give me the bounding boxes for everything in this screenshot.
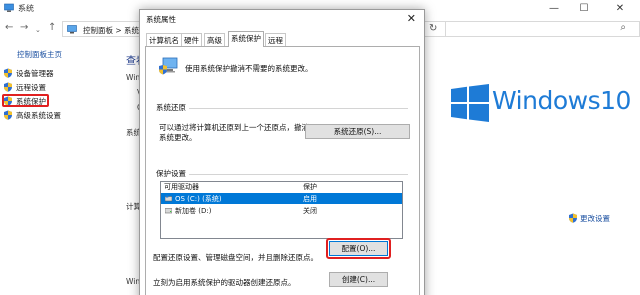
computer-icon xyxy=(67,25,77,34)
main-text-fragment: Win xyxy=(126,73,141,82)
change-settings-link[interactable]: 更改设置 xyxy=(568,213,610,224)
sidebar-item-label: 设备管理器 xyxy=(16,69,54,78)
create-button[interactable]: 创建(C)... xyxy=(329,272,388,287)
intro-text: 使用系统保护撤消不需要的系统更改。 xyxy=(185,64,313,73)
up-arrow-icon[interactable]: ↑ xyxy=(48,22,56,34)
column-header-protection[interactable]: 保护 xyxy=(303,182,317,192)
control-panel-home-link[interactable]: 控制面板主页 xyxy=(17,49,62,60)
background-window-title: 系统 xyxy=(18,4,34,13)
restore-description: 可以通过将计算机还原到上一个还原点，撤消系统更改。 xyxy=(159,123,309,142)
configure-button[interactable]: 配置(O)... xyxy=(329,241,388,256)
system-restore-button[interactable]: 系统还原(S)... xyxy=(305,124,410,139)
uac-shield-icon xyxy=(569,213,577,223)
tab-system-protection[interactable]: 系统保护 xyxy=(228,31,264,47)
drive-row-c[interactable]: OS (C:) (系统) 启用 xyxy=(161,193,402,204)
drive-icon xyxy=(165,208,172,214)
drive-row-d[interactable]: 新加卷 (D:) 关闭 xyxy=(161,205,402,216)
restore-group-line xyxy=(156,108,408,109)
sidebar-item-label: 远程设置 xyxy=(16,83,46,92)
dialog-title: 系统属性 xyxy=(146,15,176,24)
drive-list-header: 可用驱动器 保护 xyxy=(161,182,402,192)
tab-remote[interactable]: 远程 xyxy=(265,33,286,46)
address-path: 控制面板 > 系统和 xyxy=(83,26,147,35)
recent-chevron-icon[interactable]: ⌄ xyxy=(35,24,41,36)
change-settings-label: 更改设置 xyxy=(580,214,610,223)
sidebar-item-advanced-settings[interactable]: 高级系统设置 xyxy=(3,110,61,123)
system-app-icon xyxy=(4,3,14,12)
uac-shield-icon xyxy=(4,82,12,92)
address-bar-right: ↻ ⌕ xyxy=(425,21,640,37)
search-box[interactable]: ⌕ xyxy=(445,21,640,37)
left-pane: 控制面板主页 设备管理器 远程设置 系统保护 高级系统设置 xyxy=(0,41,125,295)
back-arrow-icon[interactable]: ← xyxy=(5,22,13,34)
uac-shield-icon xyxy=(4,68,12,78)
drive-protection-status: 关闭 xyxy=(303,207,317,215)
create-description: 立刻为启用系统保护的驱动器创建还原点。 xyxy=(153,278,296,287)
restore-group-label: 系统还原 xyxy=(156,102,189,113)
dialog-close-button[interactable]: ✕ xyxy=(407,12,416,25)
forward-arrow-icon[interactable]: → xyxy=(20,22,28,34)
address-bar[interactable]: 控制面板 > 系统和 xyxy=(62,21,147,37)
tab-computer-name[interactable]: 计算机名 xyxy=(146,33,182,46)
maximize-button[interactable]: ☐ xyxy=(570,0,598,17)
drive-list: 可用驱动器 保护 OS (C:) (系统) 启用 新加卷 (D:) 关闭 xyxy=(160,181,403,239)
drive-name: OS (C:) (系统) xyxy=(175,195,222,203)
configure-description: 配置还原设置、管理磁盘空间，并且删除还原点。 xyxy=(153,253,318,262)
system-drive-icon xyxy=(165,195,172,202)
system-properties-dialog: 系统属性 ✕ 计算机名 硬件 高级 系统保护 远程 使用系统保护撤消不需要的系统… xyxy=(139,9,425,295)
search-icon: ⌕ xyxy=(620,22,626,33)
refresh-icon[interactable]: ↻ xyxy=(429,23,437,34)
windows-10-wordmark: Windows10 xyxy=(492,86,631,115)
sidebar-item-device-manager[interactable]: 设备管理器 xyxy=(3,68,54,81)
protection-group-label: 保护设置 xyxy=(156,168,189,179)
system-protection-computer-icon xyxy=(159,57,178,75)
uac-shield-icon xyxy=(4,110,12,120)
tab-hardware[interactable]: 硬件 xyxy=(181,33,202,46)
drive-protection-status: 启用 xyxy=(303,195,317,203)
close-button[interactable]: ✕ xyxy=(606,0,634,17)
system-protection-red-highlight xyxy=(2,94,49,107)
column-header-drives[interactable]: 可用驱动器 xyxy=(164,182,199,192)
main-text-fragment: Win xyxy=(126,277,141,286)
protection-group-line xyxy=(156,174,408,175)
tab-advanced[interactable]: 高级 xyxy=(204,33,225,46)
drive-name: 新加卷 (D:) xyxy=(175,207,212,215)
windows-logo-icon xyxy=(451,84,489,122)
minimize-button[interactable]: — xyxy=(540,0,568,17)
sidebar-item-label: 高级系统设置 xyxy=(16,111,61,120)
